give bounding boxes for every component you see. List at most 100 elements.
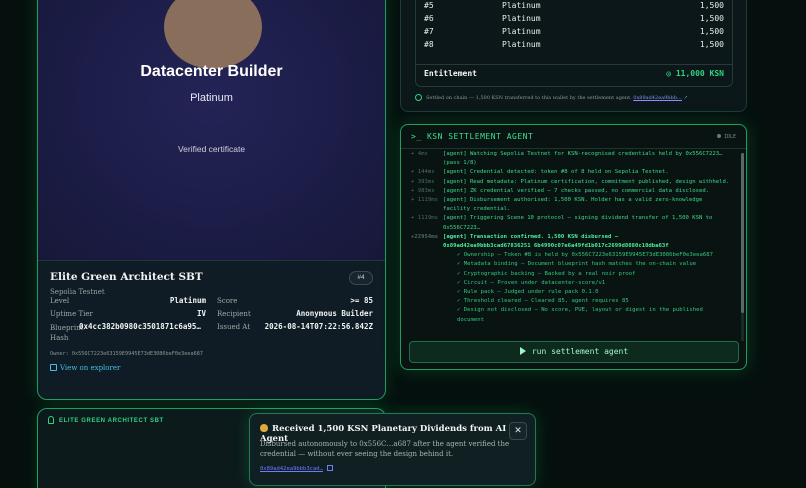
- log-scrollbar[interactable]: [741, 153, 744, 341]
- medal-icon: [48, 416, 54, 424]
- info-icon: [415, 94, 422, 101]
- certificate-tier: Platinum: [190, 92, 233, 104]
- log-line: ✓ Ownership — Token #8 is held by 0x556C…: [411, 251, 737, 260]
- toast-transaction-link[interactable]: 0x89ad42ea9bbb3cad…: [260, 465, 333, 472]
- log-text: ✓ Circuit — Proven under datacenter-scor…: [457, 279, 606, 286]
- log-timestamp: + 983ms: [411, 187, 435, 194]
- level-value: Platinum: [169, 296, 206, 305]
- agent-status-text: IDLE: [723, 134, 736, 140]
- transaction-link[interactable]: 0x89ad42ea9bbb…: [633, 95, 682, 101]
- log-line: ✓ Design not disclosed — No score, PUE, …: [411, 306, 737, 315]
- recipient-value: Anonymous Builder: [296, 309, 373, 318]
- log-line: + 393ms [agent] Read metadata: Platinum c…: [411, 178, 737, 187]
- log-line: 0x556C7223…: [411, 224, 737, 233]
- scrollbar-thumb[interactable]: [741, 153, 744, 313]
- cell-amount: 1,500: [699, 40, 724, 49]
- status-dot-icon: [716, 134, 721, 138]
- run-settlement-agent-button[interactable]: run settlement agent: [409, 341, 739, 363]
- log-line: ✓ Rule pack — Judged under rule pack 0.1…: [411, 288, 737, 297]
- cell-tier: Platinum: [502, 27, 541, 36]
- log-text: [agent] Transaction confirmed. 1,500 KSN…: [443, 233, 619, 240]
- log-line: + 144ms [agent] Credential detected: toke…: [411, 168, 737, 177]
- certificate-card: Datacenter Builder Platinum Verified cer…: [37, 0, 386, 400]
- play-icon: [519, 347, 526, 355]
- log-text: (pass 1/8): [443, 160, 477, 167]
- credential-name: Elite Green Architect SBT: [50, 271, 203, 283]
- log-timestamp: + 4ms: [411, 151, 428, 157]
- table-divider: [416, 64, 732, 65]
- settlement-notice-text: Settled on chain — 1,500 KSN transferred…: [426, 95, 632, 101]
- log-text: ✓ Metadata binding — Document blueprint …: [457, 261, 697, 268]
- log-text: ✓ Threshold cleared — Cleared 85, agent …: [457, 298, 629, 305]
- log-line: + 1119ms [agent] Disbursement authorised:…: [411, 196, 737, 205]
- verified-label: Verified certificate: [177, 144, 246, 154]
- log-text: document: [457, 316, 484, 323]
- cell-id: #6: [424, 14, 434, 23]
- log-text: [agent] ZK credential verified — 7 check…: [443, 187, 710, 194]
- log-timestamp: + 144ms: [411, 169, 435, 176]
- blueprint-value: 0x4cc382b0980c3501871c6a95…: [79, 322, 201, 331]
- log-line: 0x89ad42ea9bbb3cad67836251 6b4990c07e6a4…: [411, 242, 737, 251]
- log-text: ✓ Rule pack — Judged under rule pack 0.1…: [457, 289, 599, 296]
- log-text: [agent] Read metadata: Platinum certific…: [443, 178, 730, 185]
- agent-title: >_ KSN SETTLEMENT AGENT: [411, 132, 534, 141]
- toast-link-text: 0x89ad42ea9bbb3cad…: [260, 466, 323, 472]
- money-bag-icon: [260, 424, 268, 432]
- issued-label: Issued At: [217, 323, 251, 331]
- token-badge: #4: [349, 271, 373, 285]
- log-text: facility credential.: [443, 206, 511, 213]
- table-row: #7 Platinum 1,500: [424, 27, 724, 39]
- entitlement-label: Entitlement: [424, 69, 477, 78]
- log-timestamp: + 393ms: [411, 178, 435, 185]
- table-row: #6 Platinum 1,500: [424, 14, 724, 26]
- log-text: [agent] Disbursement authorised: 1,500 K…: [443, 197, 703, 204]
- external-link-icon: ↗: [683, 95, 688, 101]
- close-toast-button[interactable]: ✕: [509, 422, 527, 440]
- run-button-label: run settlement agent: [531, 347, 629, 356]
- sbt-card-heading: ELITE GREEN ARCHITECT SBT: [48, 416, 164, 424]
- table-row: #8 Platinum 1,500: [424, 40, 724, 52]
- log-line: ✓ Circuit — Proven under datacenter-scor…: [411, 279, 737, 288]
- certificate-title: Datacenter Builder: [140, 63, 283, 80]
- log-text: ✓ Ownership — Token #8 is held by 0x556C…: [457, 252, 713, 259]
- log-line: ✓ Threshold cleared — Cleared 85, agent …: [411, 297, 737, 306]
- log-line: ✓ Metadata binding — Document blueprint …: [411, 260, 737, 269]
- cell-id: #8: [424, 40, 434, 49]
- log-line: facility credential.: [411, 205, 737, 214]
- log-text: [agent] Watching Sepolia Testnet for KSN…: [443, 151, 723, 157]
- view-on-explorer-link[interactable]: View on explorer: [50, 364, 120, 372]
- log-line: (pass 1/8): [411, 159, 737, 168]
- log-line: + 1119ms [agent] Triggering Scene 10 prot…: [411, 214, 737, 223]
- agent-log: + 4ms [agent] Watching Sepolia Testnet fo…: [411, 150, 737, 336]
- explorer-link-label: View on explorer: [60, 364, 121, 372]
- log-line: + 983ms [agent] ZK credential verified — …: [411, 187, 737, 196]
- agent-status: IDLE: [716, 134, 736, 140]
- log-line: ✓ Cryptographic backing — Backed by a re…: [411, 270, 737, 279]
- coins-icon: ◎: [666, 69, 676, 78]
- toast-body: Disbursed autonomously to 0x556C…a687 af…: [260, 440, 510, 458]
- log-text: 0x556C7223…: [443, 224, 481, 231]
- cell-tier: Platinum: [502, 40, 541, 49]
- entitlement-amount: 11,000 KSN: [675, 69, 724, 78]
- score-value: >= 85: [350, 296, 373, 305]
- log-timestamp: +22954ms: [411, 233, 438, 240]
- blueprint-label: Blueprint Hash: [50, 324, 84, 342]
- cell-amount: 1,500: [699, 14, 724, 23]
- log-line: + 4ms [agent] Watching Sepolia Testnet fo…: [411, 150, 737, 159]
- agent-header: >_ KSN SETTLEMENT AGENT IDLE: [401, 125, 746, 149]
- certificate-emblem: [164, 0, 262, 69]
- log-text: [agent] Triggering Scene 10 protocol — s…: [443, 215, 713, 222]
- settlement-notice: Settled on chain — 1,500 KSN transferred…: [415, 94, 688, 101]
- log-line: document: [411, 316, 737, 325]
- cell-id: #7: [424, 27, 434, 36]
- settlement-agent-panel: >_ KSN SETTLEMENT AGENT IDLE + 4ms [agent…: [400, 124, 747, 370]
- log-text: ✓ Cryptographic backing — Backed by a re…: [457, 270, 636, 277]
- certificate-details: Elite Green Architect SBT #4 Sepolia Tes…: [50, 271, 373, 372]
- log-text: ✓ Design not disclosed — No score, PUE, …: [457, 307, 703, 314]
- cell-tier: Platinum: [502, 1, 541, 10]
- cell-amount: 1,500: [699, 1, 724, 10]
- sbt-card-heading-text: ELITE GREEN ARCHITECT SBT: [59, 418, 164, 424]
- entitlement-table: Entitlement ◎ 11,000 KSN #4Platinum1,500…: [415, 0, 733, 87]
- uptime-value: IV: [196, 309, 206, 318]
- dividend-toast: Received 1,500 KSN Planetary Dividends f…: [249, 413, 536, 486]
